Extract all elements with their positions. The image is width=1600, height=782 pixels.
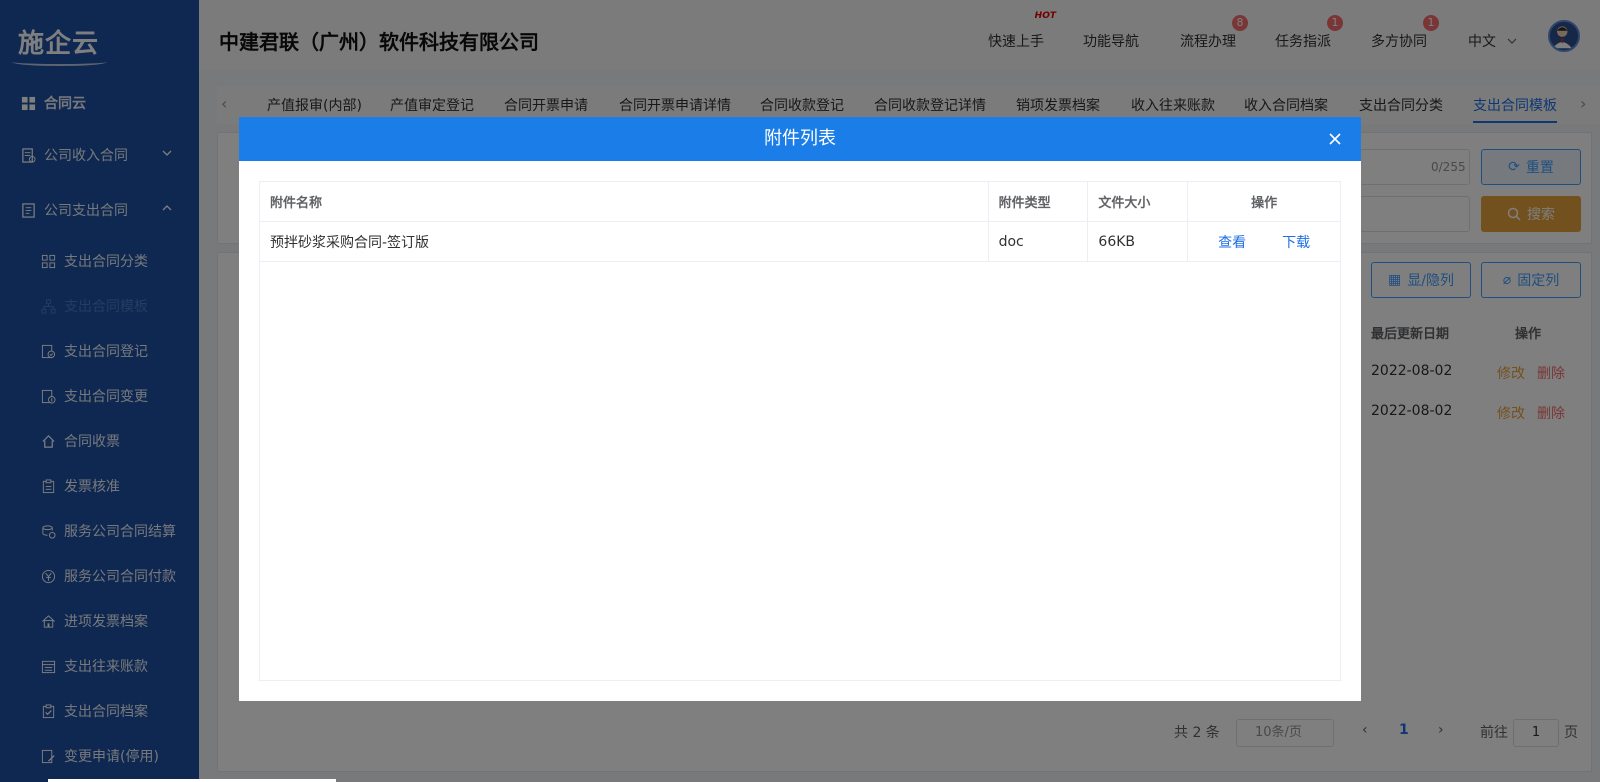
column-header-size: 文件大小: [1088, 182, 1189, 221]
dialog-title: 附件列表: [764, 128, 836, 149]
attachment-size: 66KB: [1088, 222, 1189, 261]
table-header: 附件名称 附件类型 文件大小 操作: [260, 182, 1340, 222]
column-header-type: 附件类型: [989, 182, 1089, 221]
table-row: 预拌砂浆采购合同-签订版 doc 66KB 查看 下载: [260, 222, 1340, 262]
column-header-ops: 操作: [1251, 196, 1278, 211]
close-icon[interactable]: [1329, 117, 1341, 161]
attachment-type: doc: [989, 222, 1089, 261]
attachment-name: 预拌砂浆采购合同-签订版: [260, 222, 989, 261]
download-link[interactable]: 下载: [1282, 232, 1310, 252]
view-link[interactable]: 查看: [1218, 232, 1246, 252]
attachment-table: 附件名称 附件类型 文件大小 操作 预拌砂浆采购合同-签订版 doc 66KB …: [259, 181, 1341, 681]
column-header-name: 附件名称: [260, 182, 989, 221]
row-actions: 查看 下载: [1188, 222, 1340, 261]
attachment-dialog: 附件列表 附件名称 附件类型 文件大小 操作 预拌砂浆采购合同-签订版 doc …: [239, 117, 1361, 701]
dialog-header: 附件列表: [239, 117, 1361, 161]
